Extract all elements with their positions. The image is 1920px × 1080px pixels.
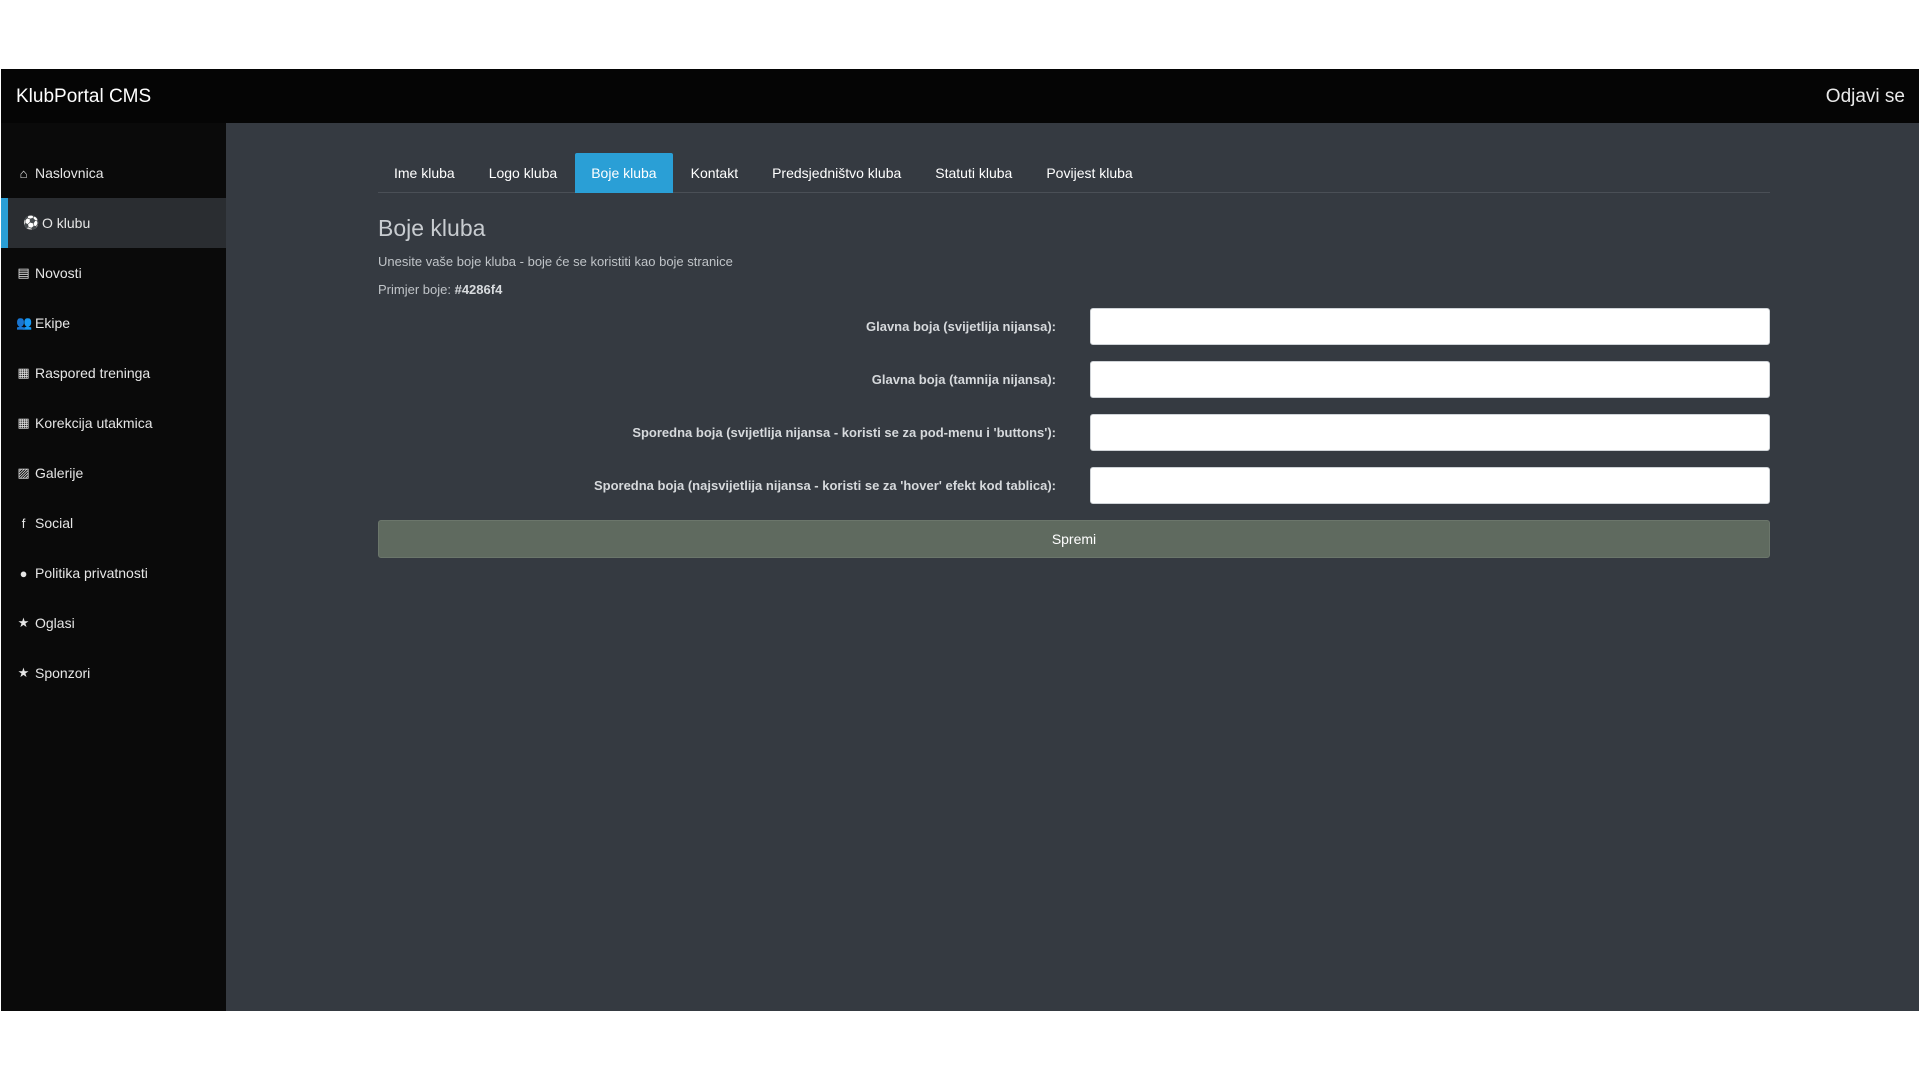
field-label: Glavna boja (svijetlija nijansa):	[865, 319, 1056, 334]
file-icon: ▤	[17, 265, 30, 280]
color-form: Glavna boja (svijetlija nijansa): Glavna …	[378, 308, 1770, 520]
sidebar-item-galerije[interactable]: ▨ Galerije	[1, 448, 226, 498]
save-button[interactable]: Spremi	[378, 520, 1770, 558]
color-input-1[interactable]	[1090, 308, 1770, 345]
sidebar-item-label: O klubu	[42, 215, 91, 231]
facebook-icon: f	[21, 515, 26, 531]
users-icon: 👥	[16, 315, 33, 330]
sidebar: ⌂ Naslovnica ⚽ O klubu ▤ Novosti 👥 Ekipe ▦ Raspor…	[1, 123, 226, 1011]
main-content: Ime kluba Logo kluba Boje kluba Kontakt Pred…	[378, 153, 1770, 558]
sidebar-item-label: Novosti	[35, 265, 82, 281]
page-description: Unesite vaše boje kluba - boje će se kor…	[378, 254, 733, 269]
tab-ime-kluba[interactable]: Ime kluba	[378, 153, 471, 193]
sidebar-item-label: Social	[35, 515, 74, 531]
color-input-2[interactable]	[1090, 361, 1770, 398]
sidebar-item-label: Korekcija utakmica	[35, 415, 153, 431]
images-icon: ▨	[17, 465, 30, 480]
color-example-label: Primjer boje:	[378, 282, 451, 297]
color-input-3[interactable]	[1090, 414, 1770, 451]
sidebar-item-social[interactable]: f Social	[1, 498, 226, 548]
color-example: Primjer boje: #4286f4	[378, 282, 1770, 297]
tab-boje-kluba[interactable]: Boje kluba	[575, 153, 673, 193]
form-row: Glavna boja (svijetlija nijansa):	[378, 308, 1770, 361]
field-label: Sporedna boja (najsvijetlija nijansa - k…	[593, 478, 1056, 493]
logout-link[interactable]: Odjavi se	[1826, 86, 1905, 108]
star-icon: ★	[17, 665, 30, 680]
sidebar-item-label: Ekipe	[35, 315, 71, 331]
cookie-icon: ●	[19, 565, 28, 581]
sidebar-item-label: Oglasi	[35, 615, 75, 631]
tab-bar: Ime kluba Logo kluba Boje kluba Kontakt Pred…	[378, 153, 1770, 193]
page-title: Boje kluba	[378, 215, 486, 241]
sidebar-item-label: Politika privatnosti	[35, 565, 148, 581]
field-label: Glavna boja (tamnija nijansa):	[871, 372, 1056, 387]
tab-predsjedništvo-kluba[interactable]: Predsjedništvo kluba	[756, 153, 917, 193]
color-example-value: #4286f4	[454, 282, 503, 297]
tab-povijest-kluba[interactable]: Povijest kluba	[1030, 153, 1148, 193]
star-icon: ★	[17, 615, 30, 630]
form-row: Sporedna boja (najsvijetlija nijansa - k…	[378, 467, 1770, 520]
calendar-icon: ▦	[17, 415, 30, 430]
sidebar-item-oglasi[interactable]: ★ Oglasi	[1, 598, 226, 648]
soccer-ball-icon: ⚽	[23, 215, 40, 230]
tab-kontakt[interactable]: Kontakt	[675, 153, 754, 193]
sidebar-item-sponzori[interactable]: ★ Sponzori	[1, 648, 226, 698]
tab-logo-kluba[interactable]: Logo kluba	[473, 153, 574, 193]
sidebar-item-label: Galerije	[35, 465, 84, 481]
sidebar-item-korekcija-utakmica[interactable]: ▦ Korekcija utakmica	[1, 398, 226, 448]
sidebar-item-label: Sponzori	[35, 665, 91, 681]
top-navbar: KlubPortal CMS Odjavi se	[1, 69, 1919, 123]
sidebar-item-ekipe[interactable]: 👥 Ekipe	[1, 298, 226, 348]
home-icon: ⌂	[19, 165, 28, 181]
form-row: Glavna boja (tamnija nijansa):	[378, 361, 1770, 414]
calendar-icon: ▦	[17, 365, 30, 380]
form-row: Sporedna boja (svijetlija nijansa - kori…	[378, 414, 1770, 467]
field-label: Sporedna boja (svijetlija nijansa - kori…	[632, 425, 1056, 440]
brand-title[interactable]: KlubPortal CMS	[16, 86, 151, 108]
sidebar-item-raspored-treninga[interactable]: ▦ Raspored treninga	[1, 348, 226, 398]
tab-statuti-kluba[interactable]: Statuti kluba	[919, 153, 1028, 193]
app-window: KlubPortal CMS Odjavi se ⌂ Naslovnica ⚽ O k…	[1, 69, 1919, 1011]
sidebar-item-o-klubu[interactable]: ⚽ O klubu	[1, 198, 226, 248]
sidebar-item-novosti[interactable]: ▤ Novosti	[1, 248, 226, 298]
sidebar-item-label: Naslovnica	[35, 165, 104, 181]
color-input-4[interactable]	[1090, 467, 1770, 504]
sidebar-item-politika-privatnosti[interactable]: ● Politika privatnosti	[1, 548, 226, 598]
sidebar-item-naslovnica[interactable]: ⌂ Naslovnica	[1, 148, 226, 198]
sidebar-item-label: Raspored treninga	[35, 365, 151, 381]
